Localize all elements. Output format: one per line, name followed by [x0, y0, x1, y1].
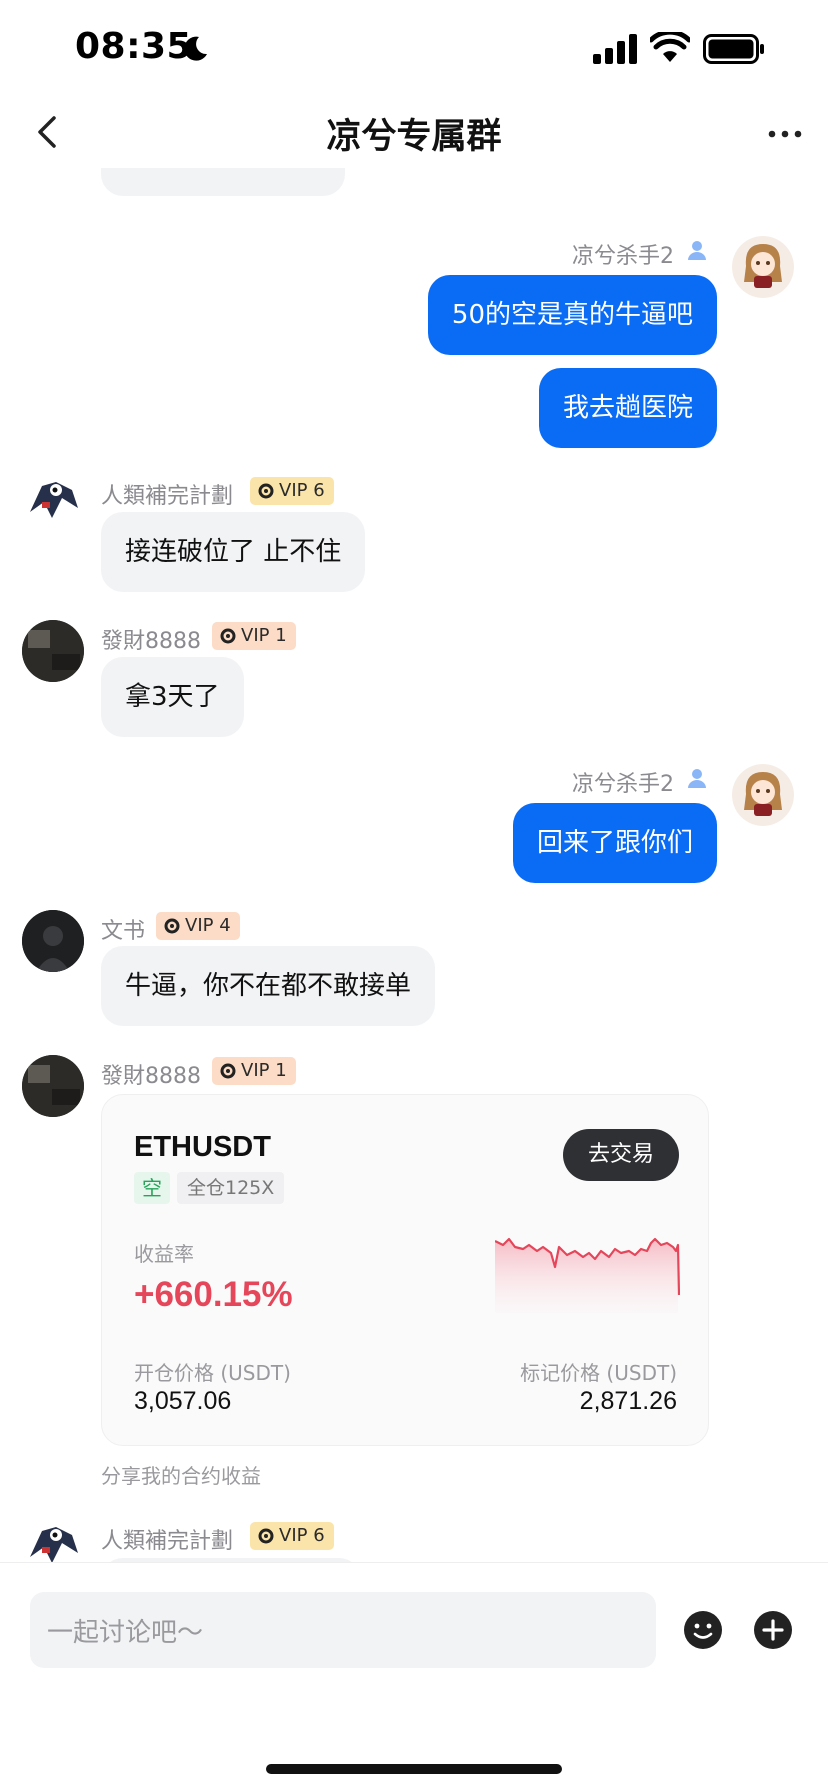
user-icon [688, 241, 706, 260]
open-price-label: 开仓价格 (USDT) [134, 1361, 291, 1385]
sender-name: 凉兮杀手2 [572, 244, 674, 269]
vip-icon [220, 1063, 236, 1079]
vip-badge: VIP 4 [156, 912, 240, 940]
avatar[interactable] [22, 1055, 84, 1117]
card-footer-text: 分享我的合约收益 [101, 1464, 261, 1488]
photo-avatar-icon [22, 1055, 84, 1117]
open-price-value: 3,057.06 [134, 1387, 232, 1415]
cartoon-avatar-icon [30, 482, 78, 518]
chat-list[interactable]: 2880能接个多吗 凉兮杀手2 50的空是真的牛逼吧 我去趟医院 人類補完計劃 … [0, 168, 828, 1562]
status-time: 08:35 [75, 26, 193, 67]
message-bubble[interactable]: 2880能接个多吗 [101, 168, 346, 196]
vip-badge: VIP 1 [212, 622, 296, 650]
emoji-icon[interactable] [683, 1610, 723, 1650]
vip-icon [164, 918, 180, 934]
cartoon-avatar-icon [30, 1527, 78, 1562]
vip-icon [258, 483, 274, 499]
cellular-signal-icon [593, 34, 637, 64]
message-bubble[interactable]: 接连破位了 止不住 [101, 512, 366, 592]
page-title: 凉兮专属群 [326, 117, 502, 157]
photo-avatar-icon [22, 620, 84, 682]
avatar[interactable] [22, 468, 84, 530]
pnl-value: +660.15% [134, 1275, 293, 1314]
anime-girl-avatar-icon [744, 772, 782, 816]
message-bubble[interactable]: 牛逼，你不在都不敢接单 [101, 946, 436, 1026]
vip-icon [258, 1528, 274, 1544]
message-bubble[interactable]: 回来了跟你们 [512, 803, 717, 883]
more-dots-icon[interactable] [765, 114, 805, 154]
pnl-label: 收益率 [134, 1242, 194, 1266]
divider [0, 1562, 828, 1563]
mark-price-label: 标记价格 (USDT) [520, 1361, 677, 1385]
message-bubble[interactable]: 拿3天了 [101, 657, 244, 737]
message-bubble[interactable]: 我去趟医院 [538, 368, 717, 448]
silhouette-avatar-icon [22, 910, 84, 972]
sender-name: 發財8888 [101, 629, 201, 654]
vip-badge: VIP 6 [250, 1522, 334, 1550]
avatar[interactable] [22, 620, 84, 682]
sender-name: 發財8888 [101, 1064, 201, 1089]
anime-girl-avatar-icon [744, 244, 782, 288]
avatar[interactable] [22, 1513, 84, 1562]
vip-badge: VIP 6 [250, 477, 334, 505]
moon-icon [184, 36, 207, 61]
mark-price-value: 2,871.26 [579, 1387, 677, 1415]
avatar[interactable] [732, 764, 794, 826]
direction-tag: 空 [134, 1172, 170, 1204]
sender-name: 人類補完計劃 [101, 1529, 234, 1554]
avatar[interactable] [732, 236, 794, 298]
trade-share-card[interactable]: ETHUSDT 去交易 空 全仓125X 收益率 +660.15% 开仓价格 (… [101, 1094, 709, 1446]
vip-icon [220, 628, 236, 644]
battery-icon [703, 34, 764, 64]
go-trade-button[interactable]: 去交易 [563, 1129, 679, 1181]
sender-name: 凉兮杀手2 [572, 772, 674, 797]
sender-name: 人類補完計劃 [101, 484, 234, 509]
home-indicator[interactable] [266, 1764, 562, 1774]
wifi-icon [650, 32, 690, 62]
leverage-tag: 全仓125X [177, 1172, 285, 1204]
message-input-placeholder: 一起讨论吧～ [47, 1618, 204, 1648]
price-sparkline [495, 1237, 680, 1313]
message-bubble[interactable]: 50的空是真的牛逼吧 [427, 275, 717, 355]
sender-name: 文书 [101, 919, 146, 944]
avatar[interactable] [22, 910, 84, 972]
trade-pair: ETHUSDT [134, 1131, 271, 1163]
user-icon [688, 769, 706, 788]
plus-circle-icon[interactable] [753, 1610, 793, 1650]
vip-badge: VIP 1 [212, 1057, 296, 1085]
